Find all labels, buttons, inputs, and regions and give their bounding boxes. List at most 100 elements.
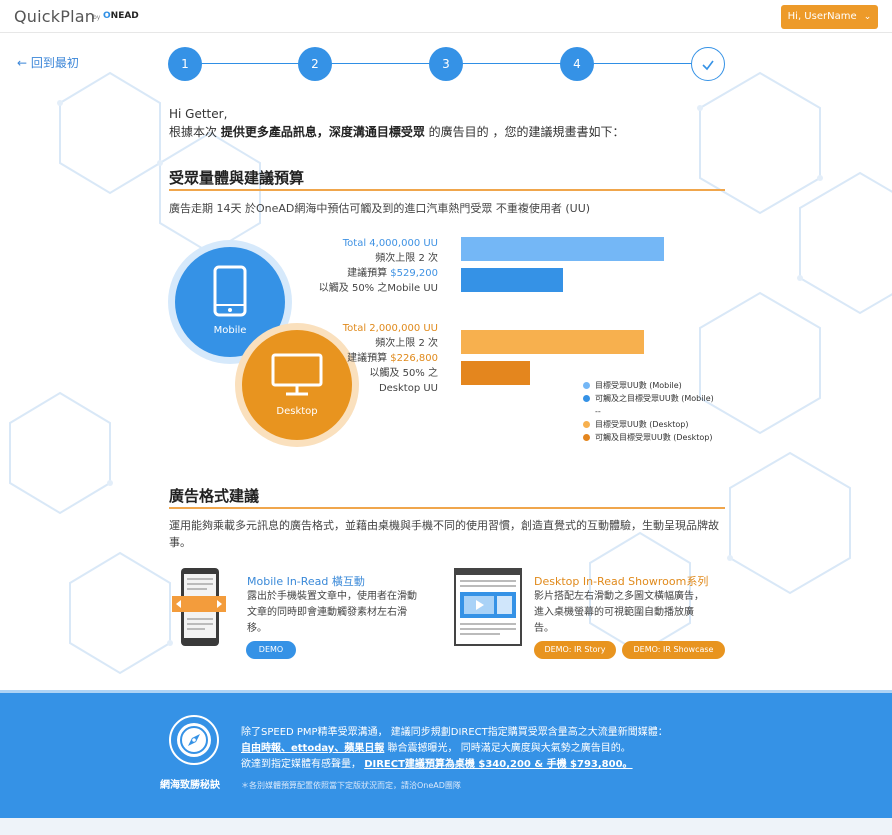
footer-line3-prefix: 欲達到指定媒體有感聲量，: [241, 759, 365, 770]
footer-note: ＊各別媒體預算配置依照當下定版狀況而定，請洽OneAD團隊: [241, 781, 461, 790]
step-3[interactable]: 3: [429, 47, 463, 81]
step-complete[interactable]: [691, 47, 725, 81]
smartphone-icon: [213, 265, 247, 317]
brand-by: by: [93, 14, 101, 21]
user-menu-label: Hi, UserName: [787, 11, 857, 22]
legend-separator: --: [583, 405, 714, 418]
mobile-format-description: 露出於手機裝置文章中，使用者在滑動 文章的同時即會連動觸發素材左右滑 移。: [247, 589, 417, 637]
mobile-stats: Total 4,000,000 UU 頻次上限 2 次 建議預算 $529,20…: [319, 236, 438, 296]
formats-description: 運用能夠乘載多元訊息的廣告格式，並藉由桌機與手機不同的使用習慣，創造直覺式的互動…: [169, 517, 729, 551]
tips-footer: 網海致勝秘訣 除了SPEED PMP精準受眾溝通， 建議同步規劃DIRECT指定…: [0, 690, 892, 818]
bar-mobile-target: [461, 237, 664, 261]
desktop-circle: Desktop: [242, 330, 352, 440]
bar-desktop-target: [461, 330, 644, 354]
formats-section-rule: [169, 507, 725, 509]
legend-dot: [583, 382, 590, 389]
mobile-format-title[interactable]: Mobile In-Read 橫互動: [247, 573, 365, 589]
footer-line3: 欲達到指定媒體有感聲量， DIRECT建議預算為桌機 $340,200 & 手機…: [241, 757, 668, 773]
mobile-inread-thumbnail: [172, 568, 226, 646]
mobile-format-desc-line: 露出於手機裝置文章中，使用者在滑動: [247, 591, 417, 602]
greeting-hello: Hi Getter,: [169, 107, 228, 121]
step-1[interactable]: 1: [168, 47, 202, 81]
formats-description-line2: 事。: [169, 536, 191, 549]
legend-label: 可觸及目標受眾UU數 (Desktop): [595, 433, 713, 442]
desktop-format-desc-line: 告。: [534, 623, 554, 634]
mobile-format-desc-line: 文章的同時即會連動觸發素材左右滑: [247, 607, 407, 618]
desktop-reach-line2: Desktop UU: [378, 383, 438, 394]
desktop-format-title[interactable]: Desktop In-Read Showroom系列: [534, 573, 708, 589]
greeting-objective: 提供更多產品訊息，深度溝通目標受眾: [220, 125, 425, 139]
legend-dot: [583, 434, 590, 441]
desktop-stats: Total 2,000,000 UU 頻次上限 2 次 建議預算 $226,80…: [343, 321, 438, 396]
mobile-reach: 以觸及 50% 之Mobile UU: [318, 283, 438, 294]
legend-item: 可觸及目標受眾UU數 (Desktop): [583, 431, 714, 444]
back-to-start-link[interactable]: ← 回到最初: [17, 54, 79, 71]
desktop-showroom-thumbnail: [454, 568, 522, 646]
mobile-budget-line: 建議預算 $529,200: [319, 266, 438, 281]
chevron-down-icon: ⌄: [863, 12, 872, 22]
mobile-format-desc-line: 移。: [247, 623, 267, 634]
mobile-budget: $529,200: [390, 268, 438, 279]
legend-item: 目標受眾UU數 (Desktop): [583, 418, 714, 431]
legend-item: 可觸及之目標受眾UU數 (Mobile): [583, 392, 714, 405]
company-logo-o: O: [103, 11, 111, 21]
mobile-demo-button[interactable]: DEMO: [246, 641, 296, 659]
desktop-format-description: 影片搭配左右滑動之多圖文橫幅廣告， 進入桌機螢幕的可視範圍自動播放廣 告。: [534, 589, 704, 637]
company-logo: ONEAD: [103, 11, 139, 21]
mobile-total: Total 4,000,000 UU: [342, 238, 438, 249]
checkmark-icon: [702, 60, 714, 71]
desktop-reach-line1: 以觸及 50% 之: [369, 368, 438, 379]
audience-section-rule: [169, 189, 725, 191]
greeting-suffix: 的廣告目的 ，您的建議規畫書如下：: [424, 125, 625, 139]
legend-label: 可觸及之目標受眾UU數 (Mobile): [595, 394, 714, 403]
legend-dot: [583, 421, 590, 428]
compass-icon: [177, 723, 211, 757]
back-to-start-label: 回到最初: [30, 56, 79, 70]
demo-ir-story-button[interactable]: DEMO: IR Story: [534, 641, 616, 659]
footer-badge-label: 網海致勝秘訣: [160, 780, 220, 791]
legend-separator-text: --: [595, 407, 601, 416]
desktop-monitor-icon: [271, 353, 323, 396]
greeting: Hi Getter, 根據本次 提供更多產品訊息，深度溝通目標受眾 的廣告目的 …: [169, 105, 624, 141]
mobile-frequency: 頻次上限 2 次: [375, 253, 438, 264]
footer-text: 除了SPEED PMP精準受眾溝通， 建議同步規劃DIRECT指定購買受眾含量高…: [241, 725, 668, 773]
footer-line2-rest: 聯合震撼曝光， 同時滿足大廣度與大氣勢之廣告目的。: [384, 743, 631, 754]
desktop-total: Total 2,000,000 UU: [342, 323, 438, 334]
legend-dot: [583, 395, 590, 402]
formats-section-title: 廣告格式建議: [169, 487, 260, 505]
desktop-budget-prefix: 建議預算: [347, 353, 391, 364]
legend-label: 目標受眾UU數 (Mobile): [595, 381, 682, 390]
desktop-frequency: 頻次上限 2 次: [375, 338, 438, 349]
mobile-budget-prefix: 建議預算: [347, 268, 391, 279]
legend-item: 目標受眾UU數 (Mobile): [583, 379, 714, 392]
formats-description-line1: 運用能夠乘載多元訊息的廣告格式，並藉由桌機與手機不同的使用習慣，創造直覺式的互動…: [169, 519, 719, 532]
company-logo-rest: NEAD: [110, 11, 139, 21]
desktop-budget: $226,800: [390, 353, 438, 364]
desktop-circle-label: Desktop: [276, 406, 318, 417]
footer-line1: 除了SPEED PMP精準受眾溝通， 建議同步規劃DIRECT指定購買受眾含量高…: [241, 727, 668, 738]
audience-section-title: 受眾量體與建議預算: [169, 169, 305, 187]
footer-line2: 自由時報、ettoday、蘋果日報 聯合震撼曝光， 同時滿足大廣度與大氣勢之廣告…: [241, 741, 668, 757]
legend-label: 目標受眾UU數 (Desktop): [595, 420, 689, 429]
chart-legend: 目標受眾UU數 (Mobile) 可觸及之目標受眾UU數 (Mobile) --…: [583, 379, 714, 444]
news-media-links[interactable]: 自由時報、ettoday、蘋果日報: [241, 743, 384, 754]
step-4[interactable]: 4: [560, 47, 594, 81]
top-bar: QuickPlan by ONEAD Hi, UserName ⌄: [0, 0, 892, 33]
main-content: ← 回到最初 1 2 3 4 Hi Getter, 根據本次 提供更多產品訊息，…: [0, 33, 892, 693]
bar-desktop-reach: [461, 361, 530, 385]
demo-ir-showcase-button[interactable]: DEMO: IR Showcase: [622, 641, 725, 659]
step-2[interactable]: 2: [298, 47, 332, 81]
bar-mobile-reach: [461, 268, 563, 292]
desktop-budget-line: 建議預算 $226,800: [343, 351, 438, 366]
page-bottom-strip: [0, 818, 892, 835]
greeting-prefix: 根據本次: [169, 125, 221, 139]
desktop-format-desc-line: 進入桌機螢幕的可視範圍自動播放廣: [534, 607, 694, 618]
app-logo[interactable]: QuickPlan: [14, 7, 95, 26]
greeting-line: 根據本次 提供更多產品訊息，深度溝通目標受眾 的廣告目的 ，您的建議規畫書如下：: [169, 123, 624, 141]
arrow-left-icon: ←: [17, 56, 28, 70]
user-menu-button[interactable]: Hi, UserName ⌄: [781, 5, 878, 29]
compass-badge: [169, 715, 219, 765]
desktop-format-desc-line: 影片搭配左右滑動之多圖文橫幅廣告，: [534, 591, 704, 602]
audience-description: 廣告走期 14天 於OneAD網海中預估可觸及到的進口汽車熱門受眾 不重複使用者…: [169, 202, 591, 215]
direct-budget-link[interactable]: DIRECT建議預算為桌機 $340,200 & 手機 $793,800。: [364, 759, 632, 770]
